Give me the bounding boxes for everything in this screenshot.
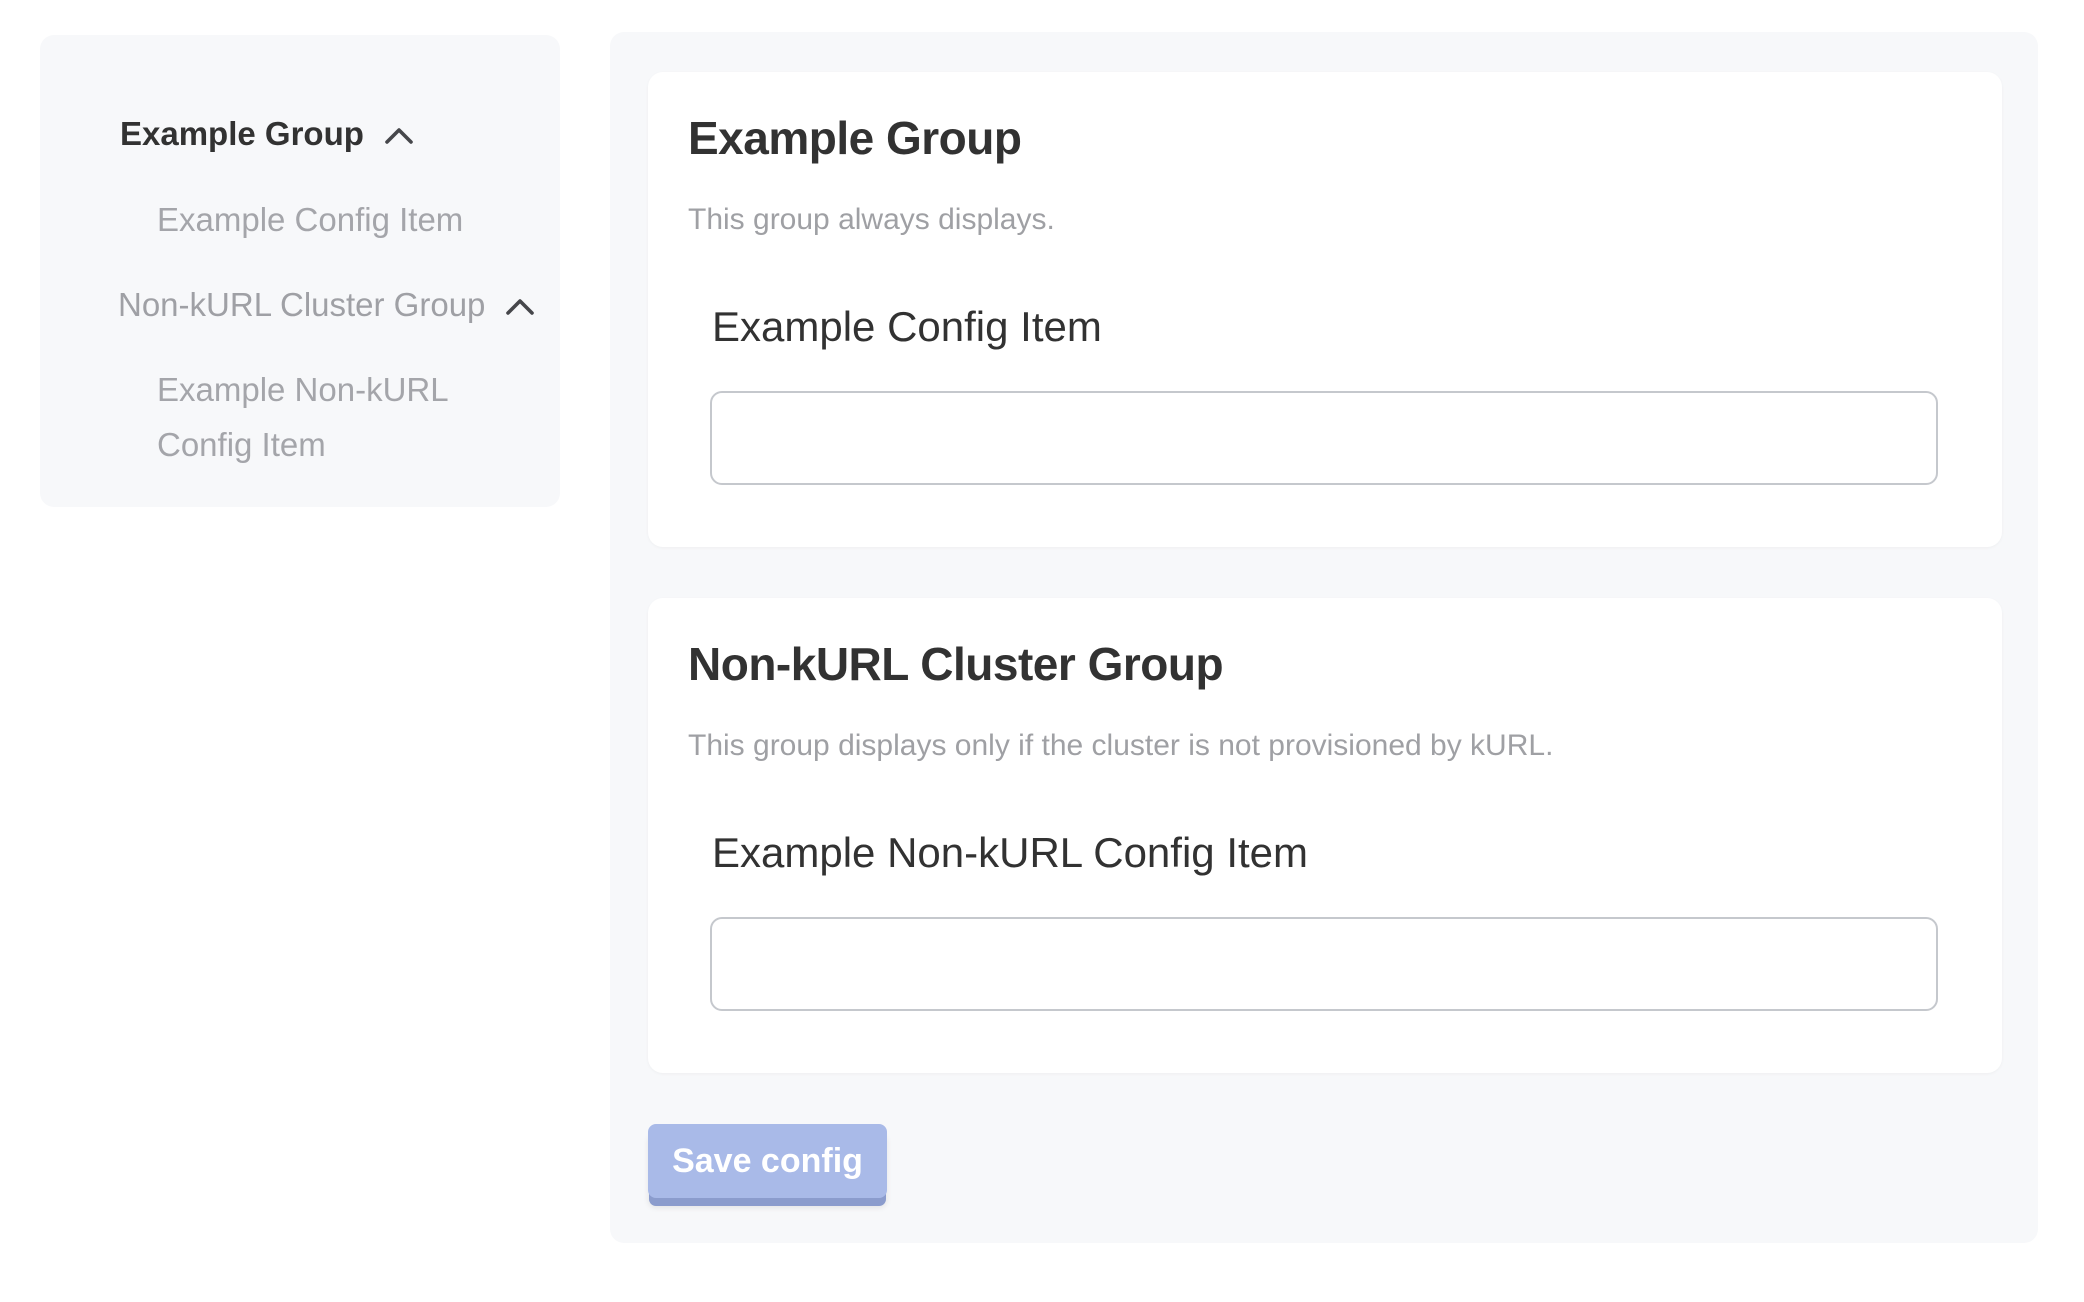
save-config-button[interactable]: Save config [648,1124,887,1198]
group-title: Example Group [688,110,1021,166]
chevron-up-icon[interactable] [384,114,414,154]
group-description: This group displays only if the cluster … [688,728,1553,764]
config-item-label: Example Config Item [712,302,1102,352]
sidebar-group-example-group[interactable]: Example Group [120,114,414,154]
config-group-card-example-group: Example Group This group always displays… [648,72,2002,547]
sidebar-item-example-config-item[interactable]: Example Config Item [157,192,463,247]
config-item-input-example[interactable] [710,391,1938,485]
sidebar-group-non-kurl-cluster-group[interactable]: Non-kURL Cluster Group [118,285,535,325]
config-item-label: Example Non-kURL Config Item [712,828,1308,878]
config-group-card-non-kurl-cluster-group: Non-kURL Cluster Group This group displa… [648,598,2002,1073]
sidebar-group-label: Non-kURL Cluster Group [118,285,485,325]
chevron-up-icon[interactable] [505,285,535,325]
sidebar-group-label: Example Group [120,114,364,154]
config-main-panel: Example Group This group always displays… [610,32,2038,1243]
group-title: Non-kURL Cluster Group [688,636,1223,692]
config-item-input-non-kurl[interactable] [710,917,1938,1011]
sidebar-item-example-non-kurl-config-item[interactable]: Example Non-kURL Config Item [157,362,492,472]
config-sidebar: Example Group Example Config Item Non-kU… [40,35,560,507]
group-description: This group always displays. [688,202,1055,238]
